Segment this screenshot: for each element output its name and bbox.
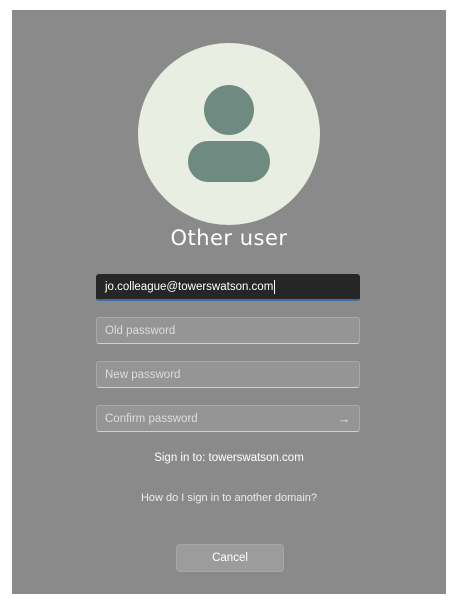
user-title: Other user: [170, 226, 288, 250]
other-domain-help-link[interactable]: How do I sign in to another domain?: [12, 492, 446, 504]
user-avatar: [138, 43, 320, 225]
new-password-field[interactable]: New password: [96, 361, 360, 388]
username-field[interactable]: jo.colleague@towerswatson.com: [96, 274, 360, 301]
arrow-right-icon[interactable]: →: [335, 410, 353, 428]
confirm-password-placeholder: Confirm password: [105, 412, 198, 425]
sign-in-screen: Other user jo.colleague@towerswatson.com…: [12, 10, 446, 594]
old-password-placeholder: Old password: [105, 324, 176, 337]
confirm-password-field[interactable]: Confirm password →: [96, 405, 360, 432]
text-caret: [274, 280, 276, 294]
username-value: jo.colleague@towerswatson.com: [105, 281, 274, 293]
new-password-placeholder: New password: [105, 368, 181, 381]
old-password-field[interactable]: Old password: [96, 317, 360, 344]
cancel-button[interactable]: Cancel: [176, 544, 284, 572]
user-silhouette-icon: [188, 85, 270, 182]
sign-in-domain-label: Sign in to: towerswatson.com: [154, 452, 304, 464]
